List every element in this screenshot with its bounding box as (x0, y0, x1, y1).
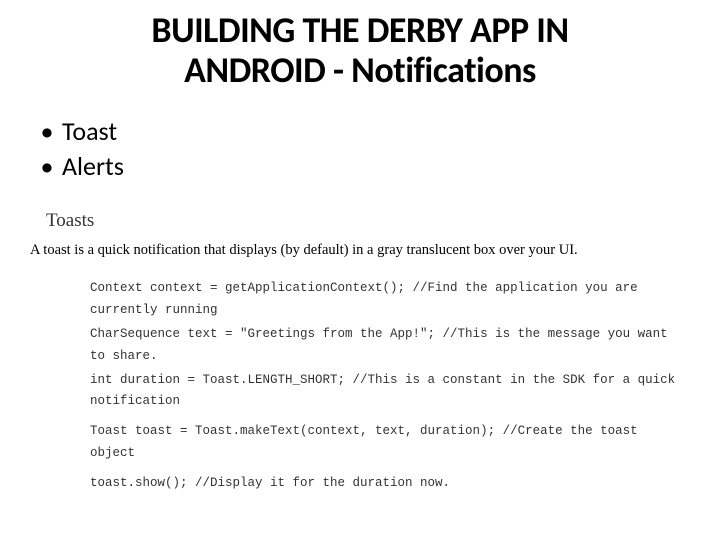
code-line: int duration = Toast.LENGTH_SHORT; //Thi… (90, 370, 690, 414)
bullet-dot-icon: • (32, 114, 62, 149)
title-line-1: BUILDING THE DERBY APP IN (151, 8, 568, 52)
section-description: A toast is a quick notification that dis… (30, 242, 690, 259)
section-heading: Toasts (46, 210, 94, 232)
list-item: • Toast (32, 114, 124, 149)
bullet-list: • Toast • Alerts (32, 114, 124, 184)
code-line: Toast toast = Toast.makeText(context, te… (90, 421, 690, 465)
code-line: CharSequence text = "Greetings from the … (90, 324, 690, 368)
code-block: Context context = getApplicationContext(… (90, 278, 690, 497)
bullet-dot-icon: • (32, 149, 62, 184)
list-item: • Alerts (32, 149, 124, 184)
slide-title: BUILDING THE DERBY APP IN ANDROID - Noti… (0, 10, 720, 91)
code-line: toast.show(); //Display it for the durat… (90, 473, 690, 495)
title-line-2: ANDROID - Notifications (184, 48, 536, 92)
slide: BUILDING THE DERBY APP IN ANDROID - Noti… (0, 0, 720, 540)
code-line: Context context = getApplicationContext(… (90, 278, 690, 322)
bullet-text: Toast (62, 114, 117, 149)
bullet-text: Alerts (62, 149, 124, 184)
